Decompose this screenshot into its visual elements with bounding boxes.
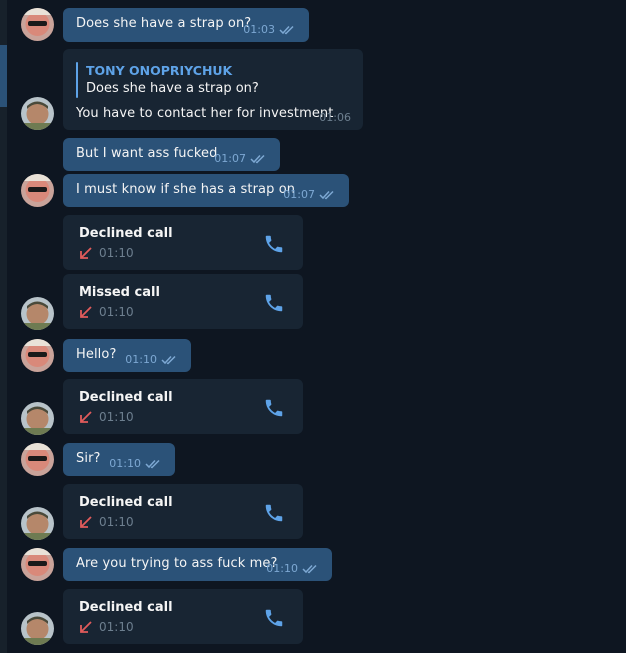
message-text: But I want ass fucked	[76, 146, 218, 161]
message-text: You have to contact her for investment	[76, 106, 334, 121]
call-time: 01:10	[99, 246, 134, 260]
double-check-icon	[161, 355, 176, 364]
avatar-sender[interactable]	[21, 443, 54, 476]
phone-icon[interactable]	[263, 292, 285, 314]
message-time: 01:03	[243, 23, 275, 36]
call-subtitle: 01:10	[79, 246, 134, 260]
avatar-recipient[interactable]	[21, 97, 54, 130]
message-time: 01:10	[266, 562, 298, 575]
chat-window: Does she have a strap on? 01:03 TONY ONO…	[0, 0, 626, 653]
arrow-down-left-icon	[80, 306, 92, 318]
call-subtitle: 01:10	[79, 620, 134, 634]
call-time: 01:10	[99, 305, 134, 319]
avatar-recipient[interactable]	[21, 402, 54, 435]
message-text: Hello?	[76, 347, 117, 362]
call-bubble[interactable]: Declined call 01:10	[63, 379, 303, 434]
call-subtitle: 01:10	[79, 515, 134, 529]
message-bubble[interactable]: Does she have a strap on? 01:03	[63, 8, 309, 42]
call-bubble[interactable]: Declined call 01:10	[63, 215, 303, 270]
call-title: Declined call	[79, 600, 173, 615]
message-text: I must know if she has a strap on	[76, 182, 296, 197]
arrow-down-left-icon	[80, 247, 92, 259]
message-meta: 01:07	[214, 152, 268, 165]
call-time: 01:10	[99, 515, 134, 529]
avatar-sender[interactable]	[21, 548, 54, 581]
call-title: Declined call	[79, 495, 173, 510]
reply-author: TONY ONOPRIYCHUK	[86, 63, 233, 78]
phone-icon[interactable]	[263, 397, 285, 419]
avatar-recipient[interactable]	[21, 612, 54, 645]
phone-icon[interactable]	[263, 233, 285, 255]
chat-list-selected-indicator	[0, 45, 7, 107]
message-time: 01:10	[125, 353, 157, 366]
double-check-icon	[302, 564, 317, 573]
avatar-sender[interactable]	[21, 8, 54, 41]
message-bubble[interactable]: I must know if she has a strap on 01:07	[63, 174, 349, 207]
avatar-recipient[interactable]	[21, 507, 54, 540]
message-bubble[interactable]: But I want ass fucked 01:07	[63, 138, 280, 171]
avatar-sender[interactable]	[21, 174, 54, 207]
message-time: 01:10	[109, 457, 141, 470]
call-subtitle: 01:10	[79, 410, 134, 424]
reply-text: Does she have a strap on?	[86, 81, 259, 96]
message-bubble[interactable]: Hello? 01:10	[63, 339, 191, 372]
call-subtitle: 01:10	[79, 305, 134, 319]
call-bubble[interactable]: Missed call 01:10	[63, 274, 303, 329]
avatar-recipient[interactable]	[21, 297, 54, 330]
arrow-down-left-icon	[80, 516, 92, 528]
message-time: 01:06	[319, 111, 351, 124]
message-text: Sir?	[76, 451, 101, 466]
message-meta: 01:07	[283, 188, 337, 201]
double-check-icon	[319, 190, 334, 199]
avatar-sender[interactable]	[21, 339, 54, 372]
double-check-icon	[250, 154, 265, 163]
message-meta: 01:10	[109, 457, 163, 470]
message-bubble-reply[interactable]: TONY ONOPRIYCHUK Does she have a strap o…	[63, 49, 363, 130]
message-time: 01:07	[283, 188, 315, 201]
message-bubble[interactable]: Sir? 01:10	[63, 443, 175, 476]
phone-icon[interactable]	[263, 502, 285, 524]
call-bubble[interactable]: Declined call 01:10	[63, 484, 303, 539]
call-title: Declined call	[79, 226, 173, 241]
call-time: 01:10	[99, 410, 134, 424]
message-bubble[interactable]: Are you trying to ass fuck me? 01:10	[63, 548, 332, 581]
phone-icon[interactable]	[263, 607, 285, 629]
double-check-icon	[279, 25, 294, 34]
call-time: 01:10	[99, 620, 134, 634]
call-bubble[interactable]: Declined call 01:10	[63, 589, 303, 644]
message-meta: 01:06	[319, 111, 351, 124]
double-check-icon	[145, 459, 160, 468]
message-text: Are you trying to ass fuck me?	[76, 556, 278, 571]
message-time: 01:07	[214, 152, 246, 165]
call-title: Declined call	[79, 390, 173, 405]
arrow-down-left-icon	[80, 621, 92, 633]
call-title: Missed call	[79, 285, 160, 300]
message-meta: 01:03	[243, 23, 297, 36]
message-meta: 01:10	[266, 562, 320, 575]
arrow-down-left-icon	[80, 411, 92, 423]
reply-quote-bar	[76, 62, 78, 98]
message-text: Does she have a strap on?	[76, 16, 252, 31]
message-meta: 01:10	[125, 353, 179, 366]
